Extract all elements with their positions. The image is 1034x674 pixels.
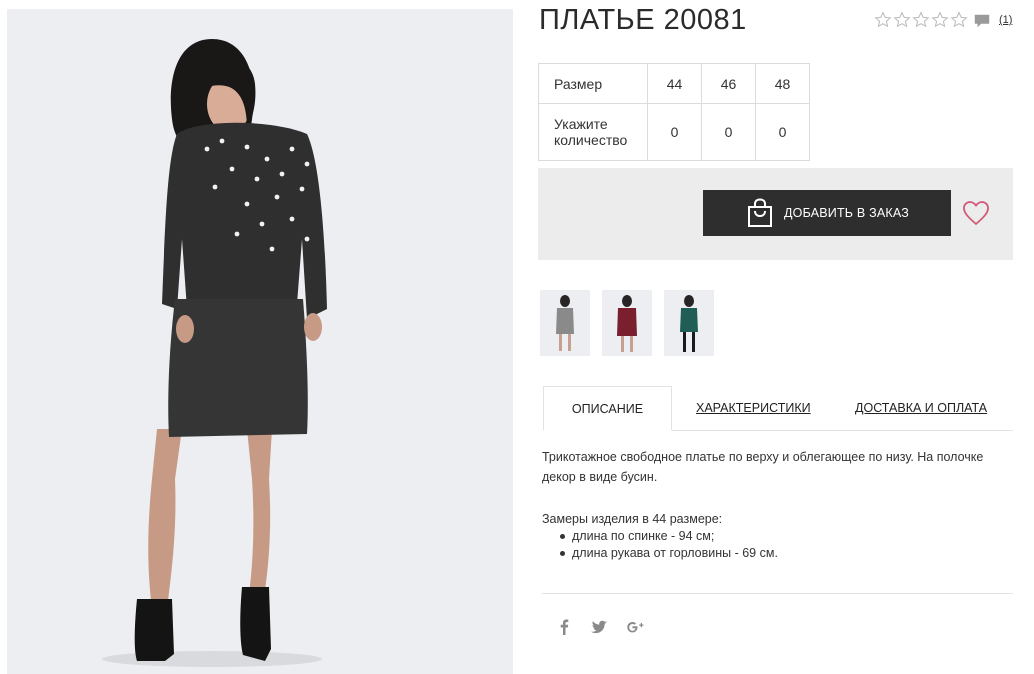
list-item: длина рукава от горловины - 69 см. (560, 545, 778, 562)
product-main-photo[interactable] (7, 9, 513, 674)
measurements-list: длина по спинке - 94 см; длина рукава от… (560, 528, 778, 562)
color-thumbnail-grey[interactable] (540, 290, 590, 356)
facebook-icon[interactable] (553, 617, 575, 637)
heart-icon[interactable] (962, 200, 990, 226)
measurements-title: Замеры изделия в 44 размере: (542, 512, 723, 526)
rating-stars[interactable] (874, 11, 968, 29)
color-thumbnail-burgundy[interactable] (602, 290, 652, 356)
tab-delivery-payment[interactable]: ДОСТАВКА И ОПЛАТА (855, 401, 987, 415)
reviews-count-link[interactable]: (1) (999, 14, 1012, 26)
star-icon[interactable] (950, 11, 968, 29)
star-icon[interactable] (893, 11, 911, 29)
google-plus-icon[interactable] (625, 617, 647, 637)
quantity-label: Укажите количество (538, 103, 648, 161)
twitter-icon[interactable] (588, 617, 610, 637)
quantity-input[interactable]: 0 (701, 103, 756, 161)
tab-characteristics[interactable]: ХАРАКТЕРИСТИКИ (696, 401, 811, 415)
section-divider (542, 593, 1013, 594)
comment-icon[interactable] (973, 12, 991, 30)
star-icon[interactable] (912, 11, 930, 29)
quantity-input[interactable]: 0 (647, 103, 702, 161)
size-option: 48 (755, 63, 810, 104)
size-option: 46 (701, 63, 756, 104)
product-title: ПЛАТЬЕ 20081 (539, 4, 747, 36)
measurements-block: Замеры изделия в 44 размере: длина по сп… (542, 512, 778, 562)
star-icon[interactable] (931, 11, 949, 29)
star-icon[interactable] (874, 11, 892, 29)
color-thumbnail-green[interactable] (664, 290, 714, 356)
list-item: длина по спинке - 94 см; (560, 528, 778, 545)
tab-description[interactable]: ОПИСАНИЕ (543, 386, 672, 431)
size-option: 44 (647, 63, 702, 104)
size-table: Размер 44 46 48 Укажите количество 0 0 0 (538, 63, 810, 161)
add-to-order-label: ДОБАВИТЬ В ЗАКАЗ (784, 206, 910, 220)
product-description: Трикотажное свободное платье по верху и … (542, 450, 984, 484)
shopping-bag-icon (748, 198, 772, 227)
add-to-order-button[interactable]: ДОБАВИТЬ В ЗАКАЗ (703, 190, 951, 236)
size-label: Размер (538, 63, 648, 104)
quantity-input[interactable]: 0 (755, 103, 810, 161)
